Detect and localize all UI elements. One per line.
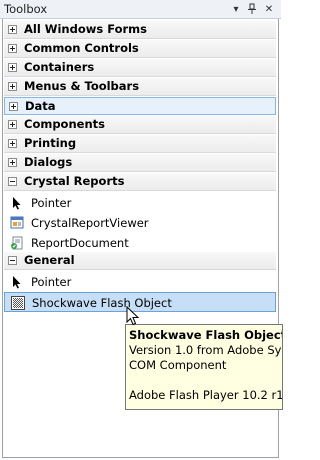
category-label: Crystal Reports [24,174,125,188]
category-crystal-reports[interactable]: Crystal Reports [4,173,276,191]
expand-icon[interactable] [8,120,17,129]
category-general[interactable]: General [4,252,276,270]
toolbox-item-label: CrystalReportViewer [31,216,149,230]
expand-icon[interactable] [8,63,17,72]
tooltip-product: Adobe Flash Player 10.2 r159 [129,388,283,402]
category-label: Printing [24,136,77,150]
toolbox-item-pointer[interactable]: Pointer [4,272,276,292]
toolbox-item-label: Pointer [31,275,72,289]
mouse-cursor-icon [126,306,140,326]
toolbox-item-label: Shockwave Flash Object [32,296,172,310]
collapse-icon[interactable] [8,256,17,265]
category-label: Containers [24,60,95,74]
category-components[interactable]: Components [4,116,276,134]
category-containers[interactable]: Containers [4,59,276,77]
category-all-windows-forms[interactable]: All Windows Forms [4,21,276,39]
flash-object-icon [11,296,25,310]
category-label: Data [25,99,56,113]
expand-icon[interactable] [8,25,17,34]
tooltip-type: COM Component [129,358,227,372]
toolbox-item-reportdocument[interactable]: ReportDocument [4,233,276,253]
category-label: Dialogs [24,155,73,169]
close-icon[interactable]: ✕ [262,1,276,17]
category-label: All Windows Forms [24,22,147,36]
item-tooltip: Shockwave Flash Object Version 1.0 from … [125,324,283,410]
toolbox-item-label: Pointer [31,196,72,210]
category-dialogs[interactable]: Dialogs [4,154,276,172]
category-label: Components [24,117,105,131]
dropdown-icon[interactable]: ▾ [229,1,243,17]
tooltip-version: Version 1.0 from Adobe Syste [129,343,283,357]
toolbox-item-shockwave-flash-object[interactable]: Shockwave Flash Object [4,292,276,312]
expand-icon[interactable] [9,102,18,111]
pin-icon[interactable] [245,1,259,17]
tooltip-title: Shockwave Flash Object [129,328,283,342]
expand-icon[interactable] [8,82,17,91]
pointer-icon [10,196,24,210]
pointer-icon [10,275,24,289]
toolbox-item-crystalreportviewer[interactable]: CrystalReportViewer [4,213,276,233]
collapse-icon[interactable] [8,177,17,186]
expand-icon[interactable] [8,139,17,148]
toolbox-item-pointer[interactable]: Pointer [4,193,276,213]
expand-icon[interactable] [8,44,17,53]
category-common-controls[interactable]: Common Controls [4,40,276,58]
crystal-report-viewer-icon [10,216,24,230]
category-label: Common Controls [24,41,139,55]
toolbox-titlebar: Toolbox ▾ ✕ [0,0,281,19]
category-data[interactable]: Data [4,97,276,115]
toolbox-item-label: ReportDocument [31,236,129,250]
category-printing[interactable]: Printing [4,135,276,153]
window-title: Toolbox [4,2,48,16]
report-document-icon [10,236,24,250]
category-menus-and-toolbars[interactable]: Menus & Toolbars [4,78,276,96]
category-label: General [24,253,75,267]
category-label: Menus & Toolbars [24,79,140,93]
expand-icon[interactable] [8,158,17,167]
